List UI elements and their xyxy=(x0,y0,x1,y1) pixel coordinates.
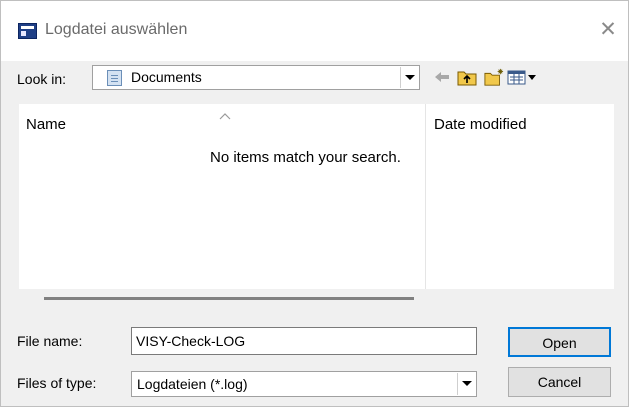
app-icon xyxy=(18,23,37,39)
chevron-down-icon[interactable] xyxy=(400,67,418,88)
cancel-button[interactable]: Cancel xyxy=(508,367,611,397)
title-bar: Logdatei auswählen ✕ xyxy=(1,1,628,61)
window-title: Logdatei auswählen xyxy=(45,21,188,38)
filetype-value: Logdateien (*.log) xyxy=(137,376,248,392)
lookin-combobox[interactable]: Documents xyxy=(92,65,420,90)
column-date-modified-header[interactable]: Date modified xyxy=(434,116,527,133)
lookin-label: Look in: xyxy=(17,71,67,87)
open-button[interactable]: Open xyxy=(508,327,611,357)
empty-message: No items match your search. xyxy=(210,149,401,166)
horizontal-scrollbar[interactable] xyxy=(44,297,414,300)
new-folder-icon[interactable] xyxy=(482,67,506,87)
back-arrow-icon[interactable] xyxy=(432,67,452,87)
chevron-down-icon[interactable] xyxy=(457,373,475,395)
sort-arrow-icon xyxy=(219,113,231,120)
close-button[interactable]: ✕ xyxy=(598,18,618,42)
filetype-label: Files of type: xyxy=(17,375,97,391)
column-name-header[interactable]: Name xyxy=(26,116,66,133)
filename-input[interactable]: VISY-Check-LOG xyxy=(131,327,477,355)
lookin-value: Documents xyxy=(131,69,202,85)
up-folder-icon[interactable] xyxy=(456,67,478,87)
documents-icon xyxy=(107,70,122,86)
view-menu-icon[interactable] xyxy=(506,67,538,87)
column-separator xyxy=(425,104,426,289)
filename-label: File name: xyxy=(17,333,83,349)
file-dialog: Logdatei auswählen ✕ Look in: Documents … xyxy=(0,0,629,407)
filetype-combobox[interactable]: Logdateien (*.log) xyxy=(131,371,477,397)
file-list[interactable]: Name Date modified No items match your s… xyxy=(19,104,614,289)
